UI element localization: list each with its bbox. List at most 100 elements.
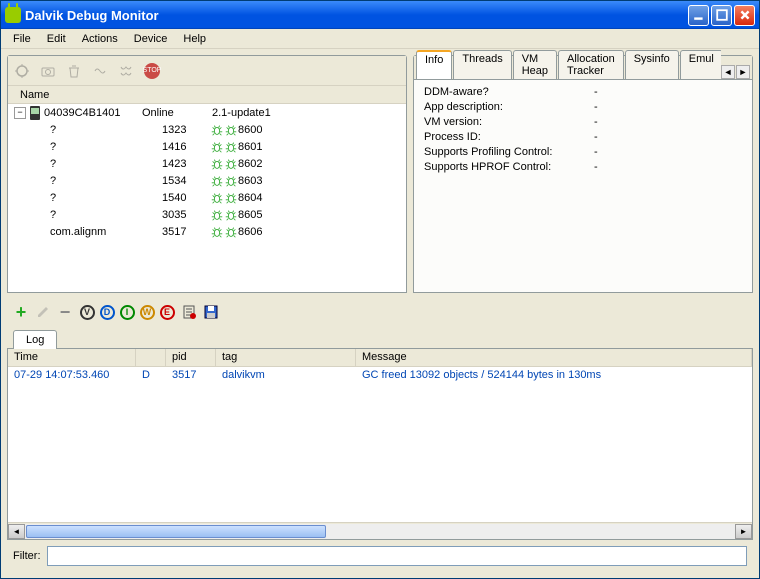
proc-pid: 1323 bbox=[162, 124, 210, 136]
info-key: Process ID: bbox=[424, 131, 594, 146]
process-row[interactable]: ?15408604 bbox=[8, 189, 406, 206]
bug-icon bbox=[224, 174, 238, 188]
level-d-icon[interactable]: D bbox=[99, 304, 115, 320]
proc-port: 8601 bbox=[238, 141, 288, 153]
tab-emul[interactable]: Emul bbox=[680, 50, 721, 79]
process-row[interactable]: ?14238602 bbox=[8, 155, 406, 172]
device-status: Online bbox=[142, 107, 212, 119]
proc-name: ? bbox=[50, 158, 162, 170]
scroll-right-icon[interactable]: ► bbox=[735, 524, 752, 539]
menu-edit[interactable]: Edit bbox=[39, 31, 74, 47]
window-title: Dalvik Debug Monitor bbox=[25, 8, 159, 23]
filter-input[interactable] bbox=[47, 546, 748, 566]
proc-name: com.alignm bbox=[50, 226, 162, 238]
close-button[interactable] bbox=[734, 5, 755, 26]
process-row[interactable]: ?30358605 bbox=[8, 206, 406, 223]
bug-icon bbox=[224, 225, 238, 239]
menubar: FileEditActionsDeviceHelp bbox=[1, 29, 759, 49]
process-row[interactable]: ?14168601 bbox=[8, 138, 406, 155]
debug-icon[interactable] bbox=[14, 63, 30, 79]
heap-icon[interactable] bbox=[118, 63, 134, 79]
tab-threads[interactable]: Threads bbox=[453, 50, 511, 79]
bug-icon bbox=[210, 191, 224, 205]
process-row[interactable]: ?1323 8600 bbox=[8, 121, 406, 138]
log-tab[interactable]: Log bbox=[13, 330, 57, 349]
gc-icon[interactable] bbox=[92, 63, 108, 79]
log-level: D bbox=[136, 369, 166, 381]
devices-header: Name bbox=[8, 86, 406, 104]
scroll-track[interactable] bbox=[25, 524, 735, 539]
col-pid[interactable]: pid bbox=[166, 349, 216, 366]
process-row[interactable]: com.alignm35178606 bbox=[8, 223, 406, 240]
col-time[interactable]: Time bbox=[8, 349, 136, 366]
info-key: DDM-aware? bbox=[424, 86, 594, 101]
bug-icon bbox=[210, 225, 224, 239]
log-panel: Time pid tag Message 07-29 14:07:53.460D… bbox=[7, 348, 753, 540]
app-icon bbox=[5, 7, 21, 23]
log-toolbar: + − VDIWE bbox=[7, 299, 753, 325]
info-key: Supports Profiling Control: bbox=[424, 146, 594, 161]
menu-help[interactable]: Help bbox=[175, 31, 214, 47]
clear-log-icon[interactable] bbox=[181, 304, 197, 320]
bug-icon bbox=[224, 140, 238, 154]
log-pid: 3517 bbox=[166, 369, 216, 381]
menu-device[interactable]: Device bbox=[126, 31, 176, 47]
col-message[interactable]: Message bbox=[356, 349, 752, 366]
info-val: - bbox=[594, 161, 598, 176]
remove-filter-icon[interactable]: − bbox=[57, 304, 73, 320]
proc-port: 8600 bbox=[238, 124, 288, 136]
scroll-thumb[interactable] bbox=[26, 525, 326, 538]
proc-pid: 1416 bbox=[162, 141, 210, 153]
info-body: DDM-aware?-App description:-VM version:-… bbox=[414, 80, 752, 292]
tab-sysinfo[interactable]: Sysinfo bbox=[625, 50, 679, 79]
bug-icon bbox=[224, 157, 238, 171]
tab-vm-heap[interactable]: VM Heap bbox=[513, 50, 557, 79]
titlebar[interactable]: Dalvik Debug Monitor bbox=[1, 1, 759, 29]
maximize-button[interactable] bbox=[711, 5, 732, 26]
col-tag[interactable]: tag bbox=[216, 349, 356, 366]
proc-port: 8604 bbox=[238, 192, 288, 204]
proc-name: ? bbox=[50, 124, 162, 136]
save-log-icon[interactable] bbox=[203, 304, 219, 320]
horizontal-scrollbar[interactable]: ◄ ► bbox=[8, 522, 752, 539]
device-build: 2.1-update1 bbox=[212, 107, 271, 119]
tree-collapse-icon[interactable]: − bbox=[14, 107, 26, 119]
level-w-icon[interactable]: W bbox=[139, 304, 155, 320]
devices-table: − 04039C4B1401 Online 2.1-update1 ?13238… bbox=[8, 104, 406, 292]
add-filter-icon[interactable]: + bbox=[13, 304, 29, 320]
name-column[interactable]: Name bbox=[14, 87, 55, 103]
level-i-icon[interactable]: I bbox=[119, 304, 135, 320]
devices-toolbar: STOP bbox=[8, 56, 406, 86]
proc-name: ? bbox=[50, 175, 162, 187]
proc-name: ? bbox=[50, 209, 162, 221]
camera-icon[interactable] bbox=[40, 63, 56, 79]
minimize-button[interactable] bbox=[688, 5, 709, 26]
stop-icon[interactable]: STOP bbox=[144, 63, 160, 79]
info-val: - bbox=[594, 86, 598, 101]
bug-icon bbox=[210, 208, 224, 222]
edit-filter-icon[interactable] bbox=[35, 304, 51, 320]
menu-file[interactable]: File bbox=[5, 31, 39, 47]
proc-name: ? bbox=[50, 192, 162, 204]
log-body[interactable]: 07-29 14:07:53.460D3517dalvikvmGC freed … bbox=[8, 367, 752, 522]
tab-allocation-tracker[interactable]: Allocation Tracker bbox=[558, 50, 624, 79]
tab-info[interactable]: Info bbox=[416, 50, 452, 79]
proc-port: 8603 bbox=[238, 175, 288, 187]
proc-port: 8606 bbox=[238, 226, 288, 238]
menu-actions[interactable]: Actions bbox=[74, 31, 126, 47]
trash-icon[interactable] bbox=[66, 63, 82, 79]
info-panel: InfoThreadsVM HeapAllocation TrackerSysi… bbox=[413, 55, 753, 293]
process-row[interactable]: ?15348603 bbox=[8, 172, 406, 189]
log-time: 07-29 14:07:53.460 bbox=[8, 369, 136, 381]
log-row[interactable]: 07-29 14:07:53.460D3517dalvikvmGC freed … bbox=[8, 367, 752, 383]
scroll-left-icon[interactable]: ◄ bbox=[8, 524, 25, 539]
device-row[interactable]: − 04039C4B1401 Online 2.1-update1 bbox=[8, 104, 406, 121]
tab-scroll-right-icon[interactable]: ► bbox=[736, 65, 750, 79]
level-v-icon[interactable]: V bbox=[79, 304, 95, 320]
level-e-icon[interactable]: E bbox=[159, 304, 175, 320]
filter-row: Filter: bbox=[7, 540, 753, 572]
info-val: - bbox=[594, 101, 598, 116]
tab-scroll-left-icon[interactable]: ◄ bbox=[721, 65, 735, 79]
info-val: - bbox=[594, 146, 598, 161]
col-level[interactable] bbox=[136, 349, 166, 366]
